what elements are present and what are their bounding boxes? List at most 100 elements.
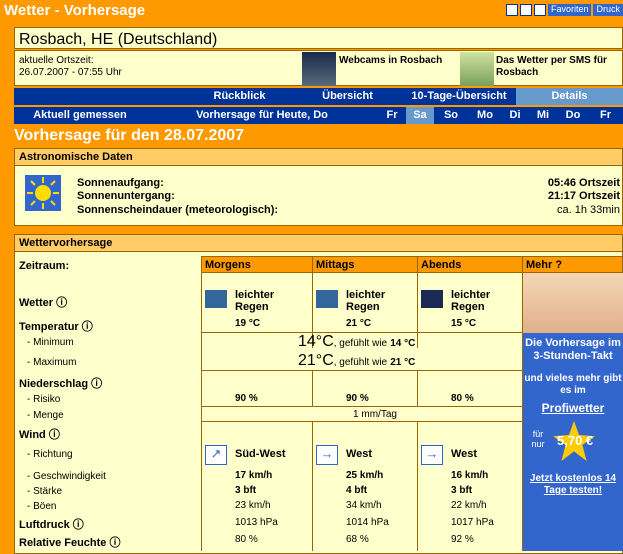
sms-link[interactable]: Das Wetter per SMS für Rosbach xyxy=(496,55,623,79)
label-risiko: - Risiko xyxy=(27,394,61,405)
forecast-panel: Wettervorhersage Zeitraum: Morgens Mitta… xyxy=(14,234,623,554)
tab-uebersicht[interactable]: Übersicht xyxy=(293,88,402,105)
label-geschwindigkeit: - Geschwindigkeit xyxy=(27,471,106,482)
ad-person-image xyxy=(523,273,623,333)
max-temp-line: 21°C, gefühlt wie 21 °C xyxy=(298,352,416,369)
risk-morgens: 90 % xyxy=(235,393,258,404)
help-icon[interactable]: ⓘ xyxy=(91,378,102,390)
day-tab[interactable]: Di xyxy=(502,107,528,124)
risk-abends: 80 % xyxy=(451,393,474,404)
gusts-abends: 22 km/h xyxy=(451,500,487,511)
col-mehr[interactable]: Mehr ? xyxy=(522,256,623,273)
speed-morgens: 17 km/h xyxy=(235,470,273,481)
speed-mittags: 25 km/h xyxy=(346,470,384,481)
day-tab[interactable]: So xyxy=(434,107,468,124)
print-icon[interactable] xyxy=(505,4,518,16)
page-title: Wetter - Vorhersage xyxy=(4,2,146,19)
day-tab-selected[interactable]: Sa xyxy=(406,107,434,124)
tab-details[interactable]: Details xyxy=(516,88,623,105)
location-info: aktuelle Ortszeit: 26.07.2007 - 07:55 Uh… xyxy=(14,50,623,86)
home-icon[interactable] xyxy=(533,4,546,16)
col-abends: Abends xyxy=(417,256,523,273)
rain-icon xyxy=(316,290,338,308)
help-icon[interactable]: ⓘ xyxy=(82,321,93,333)
gusts-morgens: 23 km/h xyxy=(235,500,271,511)
temp-mittags: 21 °C xyxy=(346,318,372,329)
localtime-block: aktuelle Ortszeit: 26.07.2007 - 07:55 Uh… xyxy=(19,55,122,79)
top-links: Favoriten Druck xyxy=(505,4,623,16)
wind-direction-icon: ↗ xyxy=(205,445,227,465)
help-icon[interactable]: ⓘ xyxy=(56,297,67,309)
day-tab[interactable]: Mi xyxy=(528,107,558,124)
label-niederschlag: Niederschlag ⓘ xyxy=(19,378,103,390)
strength-mittags: 4 bft xyxy=(346,485,368,496)
ad-price: 5,70 € xyxy=(557,433,594,448)
risk-mittags: 90 % xyxy=(346,393,369,404)
label-staerke: - Stärke xyxy=(27,486,63,497)
sunset-value: 21:17 Ortszeit xyxy=(547,190,620,202)
dir-morgens: Süd-West xyxy=(235,448,286,460)
help-icon[interactable]: ⓘ xyxy=(73,519,84,531)
day-tab[interactable]: Fr xyxy=(378,107,406,124)
label-maximum: - Maximum xyxy=(27,357,77,368)
localtime-label: aktuelle Ortszeit: xyxy=(19,55,94,66)
tab-aktuell[interactable]: Aktuell gemessen xyxy=(14,107,146,124)
strength-abends: 3 bft xyxy=(451,485,473,496)
min-temp-line: 14°C, gefühlt wie 14 °C xyxy=(298,333,416,350)
precip-amount: 1 mm/Tag xyxy=(353,409,397,420)
night-rain-icon xyxy=(421,290,443,308)
wind-direction-icon: → xyxy=(316,445,338,465)
favorites-link[interactable]: Favoriten xyxy=(547,4,592,16)
temp-abends: 15 °C xyxy=(451,318,477,329)
pressure-morgens: 1013 hPa xyxy=(235,517,278,528)
temp-morgens: 19 °C xyxy=(235,318,261,329)
help-icon[interactable]: ⓘ xyxy=(109,537,120,549)
ad-cta-link[interactable]: Jetzt kostenlos 14 Tage testen! xyxy=(523,473,623,497)
day-tab[interactable]: Do xyxy=(558,107,588,124)
ad-subline: und vieles mehr gibt es im xyxy=(524,373,622,396)
sunshine-value: ca. 1h 33min xyxy=(557,204,620,216)
tab-rueckblick[interactable]: Rückblick xyxy=(186,88,293,105)
sunset-label: Sonnenuntergang: xyxy=(77,190,175,202)
sunrise-value: 05:46 Ortszeit xyxy=(547,177,620,189)
profiwetter-ad[interactable]: Die Vorhersage im 3-Stunden-Takt und vie… xyxy=(523,273,623,551)
help-icon[interactable]: ⓘ xyxy=(49,429,60,441)
day-tabs: Aktuell gemessen Vorhersage für Heute, D… xyxy=(14,107,623,124)
day-tab[interactable]: Fr xyxy=(588,107,623,124)
weather-abends: leichter Regen xyxy=(451,289,491,313)
strength-morgens: 3 bft xyxy=(235,485,257,496)
rain-icon xyxy=(205,290,227,308)
label-richtung: - Richtung xyxy=(27,449,73,460)
localtime-value: 26.07.2007 - 07:55 Uhr xyxy=(19,67,122,78)
webcam-link[interactable]: Webcams in Rosbach xyxy=(339,55,459,67)
sms-phone-thumbnail[interactable] xyxy=(460,52,494,86)
label-wind: Wind ⓘ xyxy=(19,429,60,441)
mail-icon[interactable] xyxy=(519,4,532,16)
ad-profiwetter-link[interactable]: Profiwetter xyxy=(523,401,623,415)
label-menge: - Menge xyxy=(27,410,64,421)
humidity-abends: 92 % xyxy=(451,534,474,545)
label-boeen: - Böen xyxy=(27,501,57,512)
tab-heute[interactable]: Vorhersage für Heute, Do xyxy=(146,107,378,124)
pressure-abends: 1017 hPa xyxy=(451,517,494,528)
gusts-mittags: 34 km/h xyxy=(346,500,382,511)
wind-direction-icon: → xyxy=(421,445,443,465)
humidity-morgens: 80 % xyxy=(235,534,258,545)
sun-icon xyxy=(25,175,61,211)
weather-mittags: leichter Regen xyxy=(346,289,386,313)
period-label: Zeitraum: xyxy=(19,260,70,272)
label-luftdruck: Luftdruck ⓘ xyxy=(19,519,84,531)
label-temperatur: Temperatur ⓘ xyxy=(19,321,93,333)
print-link[interactable]: Druck xyxy=(593,4,623,16)
speed-abends: 16 km/h xyxy=(451,470,489,481)
day-tab[interactable]: Mo xyxy=(468,107,502,124)
city-name: Rosbach, HE (Deutschland) xyxy=(14,27,623,49)
weather-morgens: leichter Regen xyxy=(235,289,275,313)
col-morgens: Morgens xyxy=(201,256,313,273)
astro-title: Astronomische Daten xyxy=(15,149,622,166)
min-temp: 14°C xyxy=(298,333,334,350)
webcam-thumbnail[interactable] xyxy=(302,52,336,86)
max-temp: 21°C xyxy=(298,352,334,369)
tab-10-tage[interactable]: 10-Tage-Übersicht xyxy=(402,88,516,105)
sunshine-label: Sonnenscheindauer (meteorologisch): xyxy=(77,204,279,216)
